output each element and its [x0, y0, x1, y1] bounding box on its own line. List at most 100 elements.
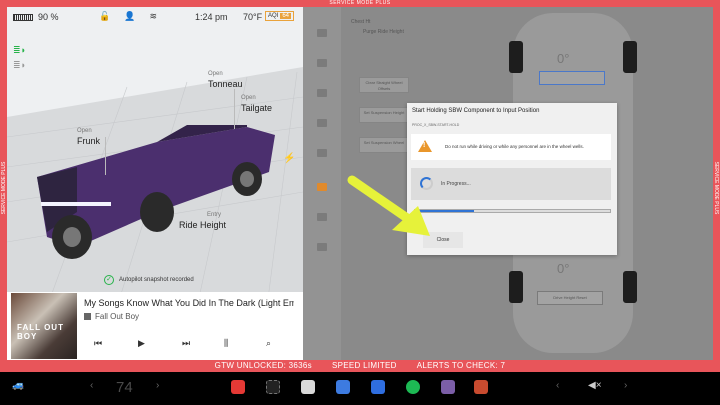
dialog-title: Start Holding SBW Component to Input Pos…	[412, 108, 540, 114]
wheel-front-right	[623, 41, 637, 73]
wheel-rear-left	[509, 271, 523, 303]
artist-name: Fall Out Boy	[95, 312, 140, 321]
rear-wheel-angle: 0°	[557, 261, 570, 276]
pointer-arrow-icon	[347, 175, 430, 236]
routine-id: PROC_X_SBW-START-HOLD	[412, 123, 460, 127]
navigation-icon[interactable]	[336, 380, 350, 394]
taskbar: 🚙 ‹ 74 › ‹ ◀× ›	[0, 372, 720, 405]
service-mode-label-top: SERVICE MODE PLUS	[329, 0, 391, 6]
bluetooth-icon[interactable]	[371, 380, 385, 394]
sidebar-icon-2[interactable]	[317, 59, 327, 67]
aqi-value: 64	[280, 13, 292, 19]
chevron-left-icon[interactable]: ‹	[90, 380, 93, 391]
search-icon[interactable]: ⌕	[266, 338, 271, 349]
sidebar-icon-1[interactable]	[317, 29, 327, 37]
progress-text: In Progress...	[441, 181, 471, 187]
track-title: My Songs Know What You Did In The Dark (…	[84, 298, 294, 308]
frunk-control[interactable]: Open Frunk	[77, 126, 100, 146]
speed-readout: 74	[116, 379, 133, 396]
lock-open-icon[interactable]: 🔓	[99, 11, 110, 22]
sidebar-icon-3[interactable]	[317, 89, 327, 97]
play-icon[interactable]: ▶	[138, 338, 145, 349]
wheel-rear-right	[623, 271, 637, 303]
volume-left-chevron-icon[interactable]: ‹	[556, 380, 559, 391]
sidebar-icon-8[interactable]	[317, 243, 327, 251]
volume-muted-icon[interactable]: ◀×	[588, 380, 602, 391]
alerts-to-check[interactable]: ALERTS TO CHECK: 7	[417, 360, 506, 372]
front-right-wheel	[140, 192, 174, 232]
track-artist: Fall Out Boy	[84, 312, 139, 321]
album-art-text: FALL OUT BOY	[17, 323, 64, 341]
spotify-icon[interactable]	[406, 380, 420, 394]
chevron-right-icon[interactable]: ›	[156, 380, 159, 391]
tailgate-label: Tailgate	[241, 103, 273, 113]
tailgate-control[interactable]: Open Tailgate	[241, 93, 272, 113]
fog-light-icon: ≣◗	[13, 60, 26, 70]
frunk-label: Frunk	[77, 136, 101, 146]
sidebar-icon-5[interactable]	[317, 149, 327, 157]
sidebar-icon-7[interactable]	[317, 213, 327, 221]
ride-height-label: Ride Height	[179, 220, 227, 230]
speed-limited-status: SPEED LIMITED	[331, 361, 397, 370]
battery-percent: 90 %	[38, 12, 59, 22]
headlight-icon: ≣◗	[13, 45, 26, 55]
previous-track-icon[interactable]: ⏮	[94, 338, 102, 349]
toybox-icon[interactable]	[441, 380, 455, 394]
autopilot-notice: ✓ Autopilot snapshot recorded	[104, 275, 194, 285]
sidebar-icon-4[interactable]	[317, 119, 327, 127]
car-icon[interactable]: 🚙	[12, 380, 24, 391]
progress-box: In Progress...	[411, 168, 611, 200]
charge-port-icon[interactable]: ⚡	[283, 153, 295, 164]
set-suspension-wheel-button[interactable]: Set Suspension Wheel	[359, 137, 409, 153]
clear-offsets-button[interactable]: Clear Straight Wheel Offsets	[359, 77, 409, 93]
volume-right-chevron-icon[interactable]: ›	[624, 380, 627, 391]
music-source-icon	[84, 313, 91, 320]
ride-height-control[interactable]: Entry Ride Height	[179, 210, 226, 230]
service-mode-label-right: SERVICE MODE PLUS	[713, 161, 719, 215]
next-track-icon[interactable]: ⏭	[182, 338, 190, 349]
check-circle-icon: ✓	[104, 275, 114, 285]
progress-bar	[414, 209, 611, 213]
tonneau-leader	[234, 89, 235, 129]
service-heading: Chest Ht	[351, 19, 371, 25]
media-controls: ⏮ ▶ ⏭ ⫼ ⌕	[84, 338, 294, 354]
outside-temperature: 70°F	[243, 12, 263, 22]
album-art[interactable]: FALL OUT BOY	[11, 293, 77, 359]
frunk-state: Open	[77, 128, 92, 134]
battery-indicator: 90 %	[13, 12, 59, 22]
light-bar	[41, 202, 111, 206]
clock: 1:24 pm	[195, 12, 228, 22]
autopilot-message: Autopilot snapshot recorded	[119, 277, 194, 283]
tonneau-state: Open	[208, 71, 223, 77]
frunk-leader	[105, 137, 106, 175]
tailgate-state: Open	[241, 95, 256, 101]
equalizer-icon[interactable]: ⫼	[224, 338, 228, 349]
service-sidebar	[303, 7, 341, 360]
ride-height-state: Entry	[207, 212, 222, 218]
aqi-badge[interactable]: AQI 64	[265, 11, 295, 21]
warning-box: Do not run while driving or while any pe…	[411, 134, 611, 160]
media-player: FALL OUT BOY My Songs Know What You Did …	[7, 292, 303, 360]
tonneau-label: Tonneau	[208, 79, 243, 89]
tonneau-control[interactable]: Open Tonneau	[208, 69, 243, 89]
battery-icon	[13, 13, 33, 21]
profile-icon[interactable]: 👤	[124, 11, 135, 22]
aqi-label: AQI	[268, 13, 279, 19]
warning-text: Do not run while driving or while any pe…	[445, 144, 584, 149]
gtw-unlocked-status: GTW UNLOCKED: 3636s	[214, 361, 312, 370]
arcade-icon[interactable]	[474, 380, 488, 394]
set-suspension-height-button[interactable]: Set Suspension Height	[359, 107, 409, 123]
service-subheading: Purge Ride Height	[363, 29, 404, 35]
warning-icon	[418, 140, 432, 152]
more-icon[interactable]	[266, 380, 280, 394]
calendar-icon[interactable]	[301, 380, 315, 394]
status-bar: 90 % 🔓 👤 ≋ 1:24 pm 70°F AQI 64	[7, 7, 303, 29]
car-panel: 90 % 🔓 👤 ≋ 1:24 pm 70°F AQI 64 ≣◗ ≣◗ Open…	[7, 7, 303, 360]
sidebar-icon-chassis[interactable]	[317, 183, 327, 191]
drive-height-reset-button[interactable]: Drive Height Reset	[537, 291, 603, 305]
wheel-front-left	[509, 41, 523, 73]
alert-bar: GTW UNLOCKED: 3636s SPEED LIMITED ALERTS…	[0, 360, 720, 372]
front-wheel-angle: 0°	[557, 51, 570, 66]
service-tool-icon[interactable]	[231, 380, 245, 394]
front-angle-button[interactable]	[539, 71, 605, 85]
